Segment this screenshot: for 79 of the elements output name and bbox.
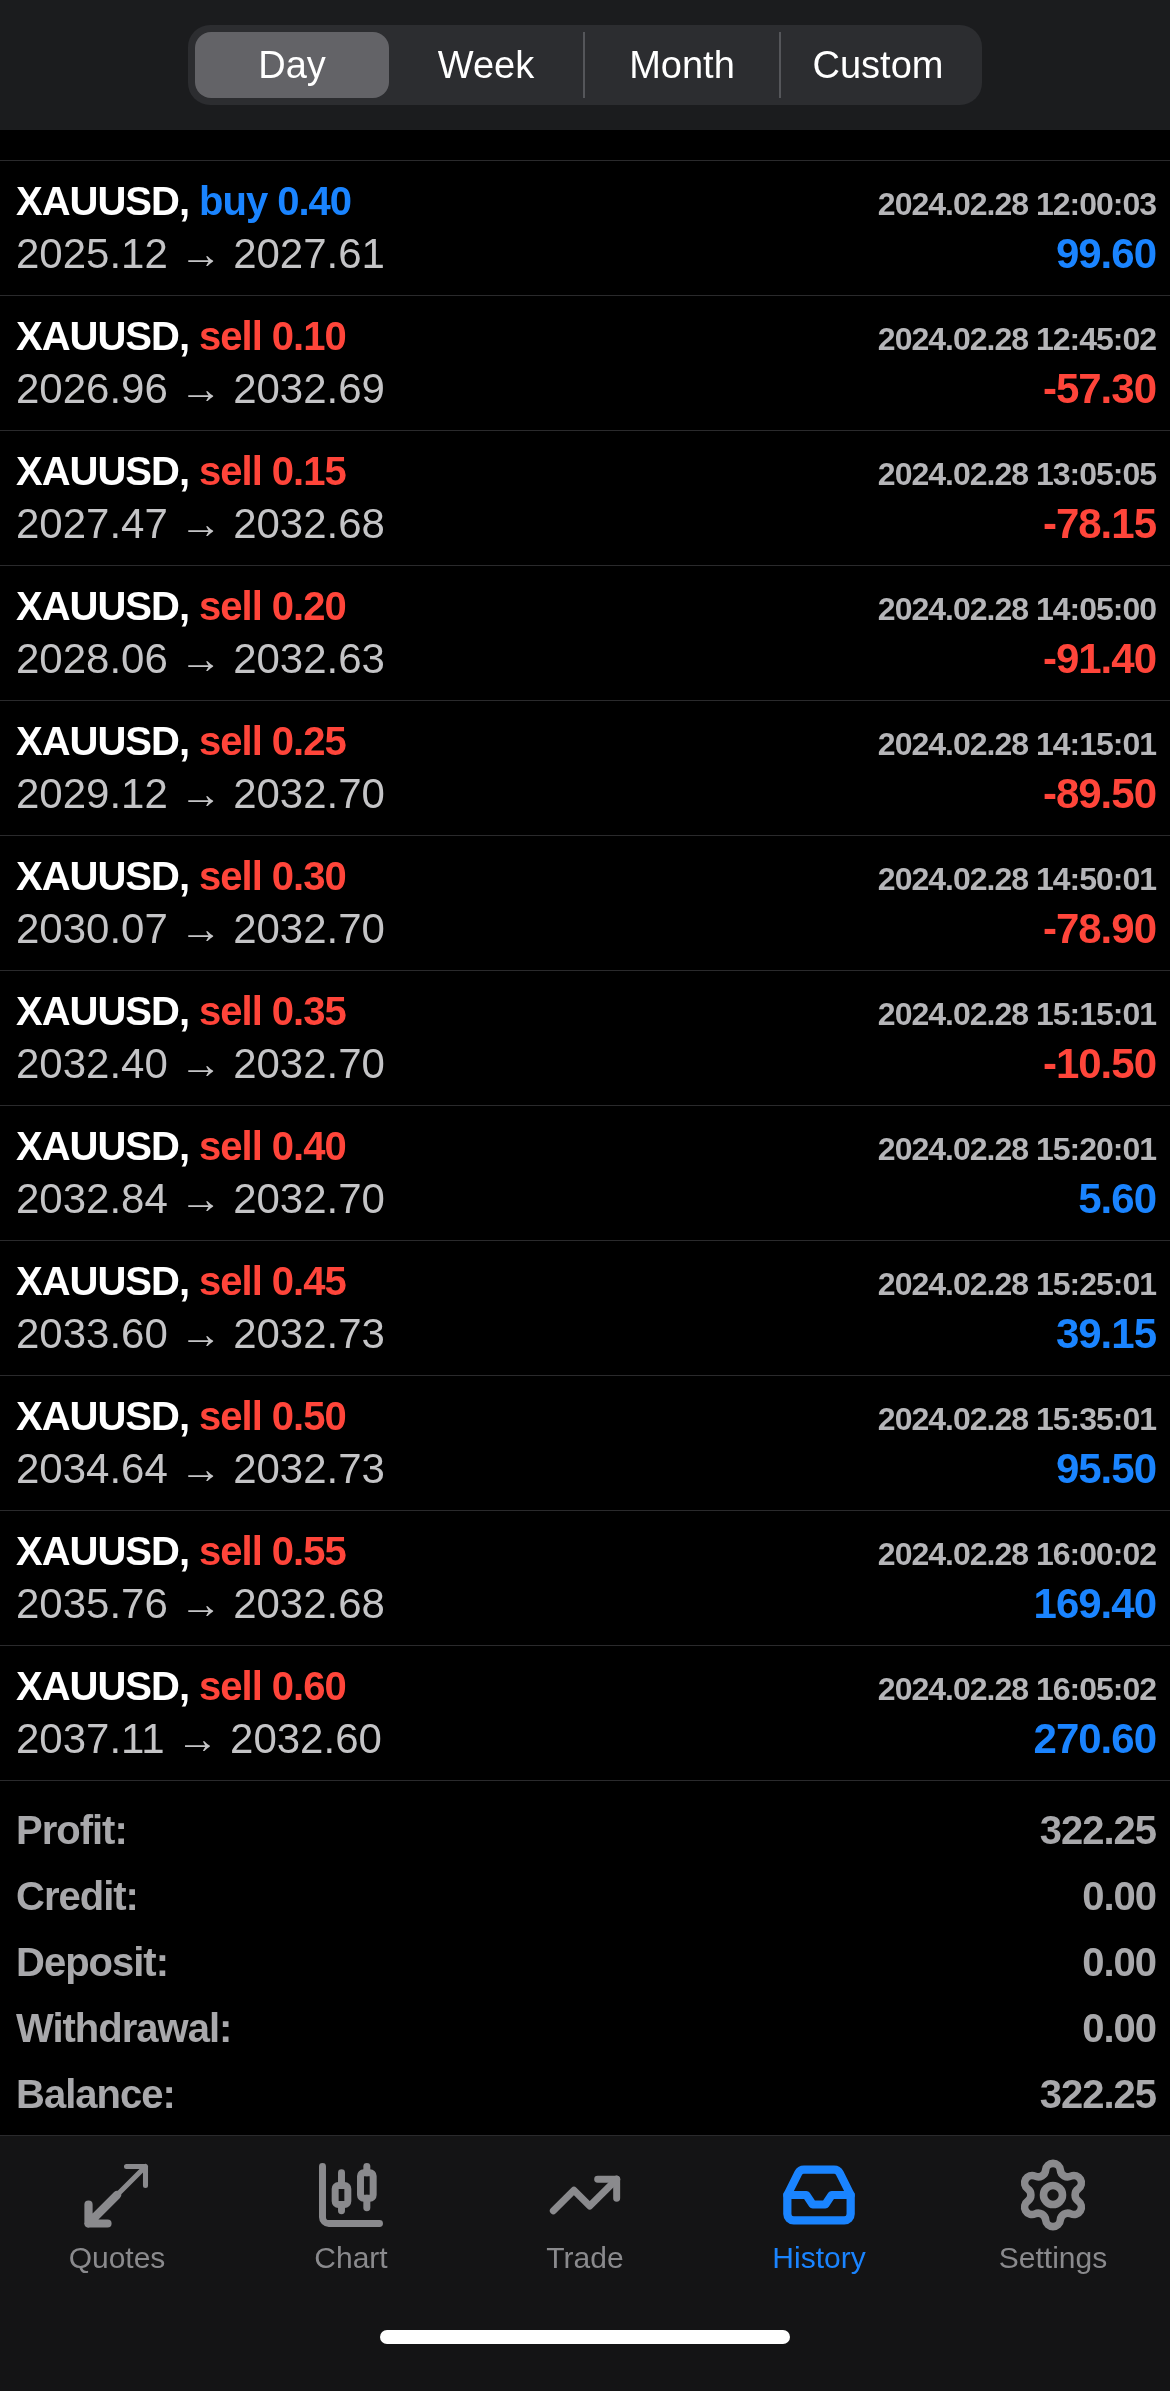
trade-volume: sell 0.60 xyxy=(199,1663,346,1709)
summary-value: 322.25 xyxy=(1039,1807,1156,1853)
trade-profit: -89.50 xyxy=(1042,769,1156,818)
trade-time: 2024.02.28 15:15:01 xyxy=(877,995,1156,1033)
trade-time: 2024.02.28 16:05:02 xyxy=(877,1670,1156,1708)
summary-label: Withdrawal: xyxy=(16,2005,232,2051)
trade-volume: sell 0.55 xyxy=(199,1528,346,1574)
trade-profit: -78.15 xyxy=(1042,499,1156,548)
symbol: XAUUSD, xyxy=(16,1528,190,1574)
trade-volume: buy 0.40 xyxy=(199,178,352,224)
trade-prices: 2032.84 → 2032.70 xyxy=(16,1174,385,1223)
trade-profit: -10.50 xyxy=(1042,1039,1156,1088)
trade-prices: 2037.11 → 2032.60 xyxy=(16,1714,382,1763)
trade-profit: 39.15 xyxy=(1055,1309,1156,1358)
symbol: XAUUSD, xyxy=(16,1393,190,1439)
tab-bar-item[interactable]: Quotes xyxy=(0,2156,234,2276)
trade-prices: 2027.47 → 2032.68 xyxy=(16,499,385,548)
summary-label: Credit: xyxy=(16,1873,138,1919)
summary-label: Balance: xyxy=(16,2071,175,2117)
trade-volume: sell 0.40 xyxy=(199,1123,346,1169)
trade-time: 2024.02.28 15:25:01 xyxy=(877,1265,1156,1303)
symbol: XAUUSD, xyxy=(16,988,190,1034)
trade-prices: 2030.07 → 2032.70 xyxy=(16,904,385,953)
trade-volume: sell 0.45 xyxy=(199,1258,346,1304)
trade-prices: 2026.96 → 2032.69 xyxy=(16,364,385,413)
trade-prices: 2035.76 → 2032.68 xyxy=(16,1579,385,1628)
period-tab[interactable]: Month xyxy=(583,32,779,98)
symbol: XAUUSD, xyxy=(16,1663,190,1709)
symbol: XAUUSD, xyxy=(16,1258,190,1304)
trade-time: 2024.02.28 14:50:01 xyxy=(877,860,1156,898)
trade-profit: 270.60 xyxy=(1033,1714,1156,1763)
tab-bar-item[interactable]: Settings xyxy=(936,2156,1170,2276)
trade-time: 2024.02.28 12:00:03 xyxy=(877,185,1156,223)
trade-prices: 2029.12 → 2032.70 xyxy=(16,769,385,818)
trade-profit: 5.60 xyxy=(1078,1174,1156,1223)
trade-profit: 169.40 xyxy=(1033,1579,1156,1628)
tab-bar-item[interactable]: Chart xyxy=(234,2156,468,2276)
trade-prices: 2028.06 → 2032.63 xyxy=(16,634,385,683)
trade-prices: 2032.40 → 2032.70 xyxy=(16,1039,385,1088)
symbol: XAUUSD, xyxy=(16,1123,190,1169)
period-tab[interactable]: Day xyxy=(195,32,389,98)
trade-prices: 2025.12 → 2027.61 xyxy=(16,229,385,278)
period-tab[interactable]: Week xyxy=(389,32,583,98)
trade-profit: 95.50 xyxy=(1055,1444,1156,1493)
trade-volume: sell 0.20 xyxy=(199,583,346,629)
trade-time: 2024.02.28 15:20:01 xyxy=(877,1130,1156,1168)
trade-volume: sell 0.50 xyxy=(199,1393,346,1439)
summary-value: 0.00 xyxy=(1082,2005,1156,2051)
trade-volume: sell 0.35 xyxy=(199,988,346,1034)
summary-value: 0.00 xyxy=(1082,1939,1156,1985)
summary-label: Deposit: xyxy=(16,1939,168,1985)
symbol: XAUUSD, xyxy=(16,718,190,764)
symbol: XAUUSD, xyxy=(16,448,190,494)
trade-volume: sell 0.30 xyxy=(199,853,346,899)
trade-time: 2024.02.28 15:35:01 xyxy=(877,1400,1156,1438)
trade-time: 2024.02.28 12:45:02 xyxy=(877,320,1156,358)
trade-time: 2024.02.28 16:00:02 xyxy=(877,1535,1156,1573)
summary-label: Profit: xyxy=(16,1807,127,1853)
trade-profit: -91.40 xyxy=(1042,634,1156,683)
period-tab[interactable]: Custom xyxy=(779,32,975,98)
trade-volume: sell 0.10 xyxy=(199,313,346,359)
trade-time: 2024.02.28 14:15:01 xyxy=(877,725,1156,763)
trade-profit: 99.60 xyxy=(1055,229,1156,278)
trade-time: 2024.02.28 14:05:00 xyxy=(877,590,1156,628)
trade-profit: -78.90 xyxy=(1042,904,1156,953)
summary-value: 322.25 xyxy=(1039,2071,1156,2117)
trade-profit: -57.30 xyxy=(1042,364,1156,413)
symbol: XAUUSD, xyxy=(16,313,190,359)
trade-volume: sell 0.25 xyxy=(199,718,346,764)
symbol: XAUUSD, xyxy=(16,853,190,899)
symbol: XAUUSD, xyxy=(16,178,190,224)
tab-bar-item[interactable]: History xyxy=(702,2156,936,2276)
trade-volume: sell 0.15 xyxy=(199,448,346,494)
tab-bar-item[interactable]: Trade xyxy=(468,2156,702,2276)
trade-prices: 2033.60 → 2032.73 xyxy=(16,1309,385,1358)
trade-time: 2024.02.28 13:05:05 xyxy=(877,455,1156,493)
trade-prices: 2034.64 → 2032.73 xyxy=(16,1444,385,1493)
summary-value: 0.00 xyxy=(1082,1873,1156,1919)
symbol: XAUUSD, xyxy=(16,583,190,629)
